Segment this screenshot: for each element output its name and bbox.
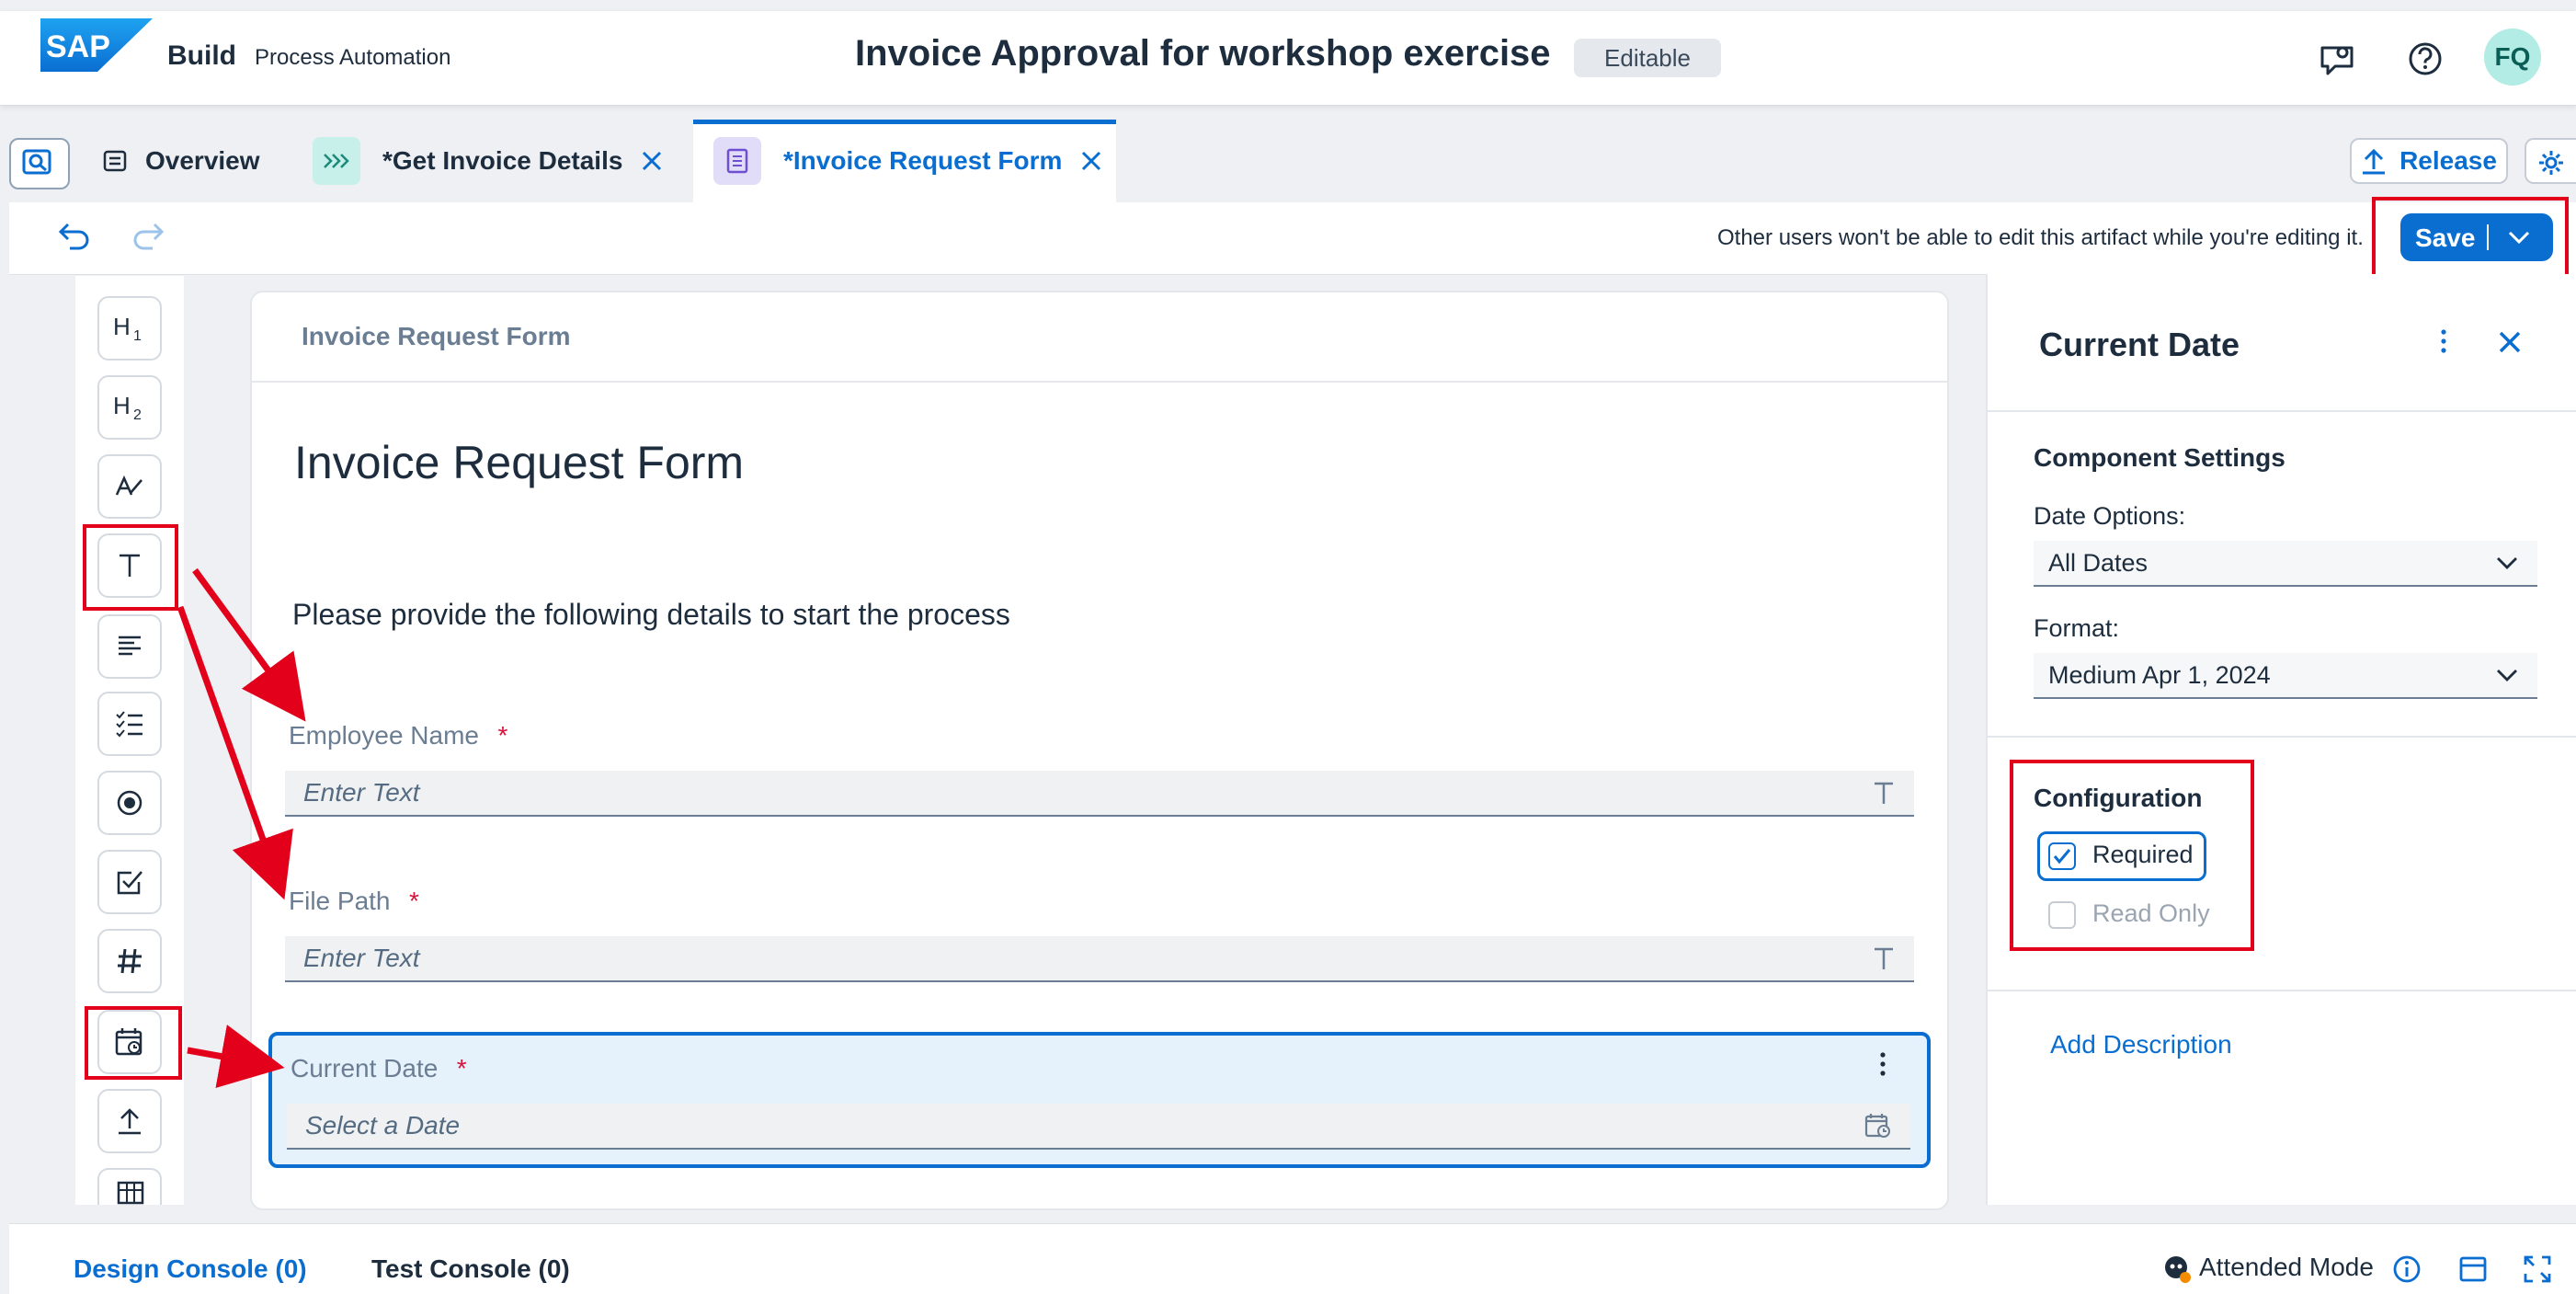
divider bbox=[1988, 990, 2576, 991]
chevron-down-icon bbox=[2497, 557, 2517, 569]
tab-test-console[interactable]: Test Console (0) bbox=[371, 1254, 570, 1284]
format-label: Format: bbox=[2034, 614, 2120, 642]
divider bbox=[1988, 736, 2576, 738]
format-select[interactable]: Medium Apr 1, 2024 bbox=[2034, 653, 2537, 699]
chevron-down-icon bbox=[2497, 670, 2517, 681]
properties-panel bbox=[1986, 274, 2576, 1205]
format-value: Medium Apr 1, 2024 bbox=[2048, 660, 2271, 689]
info-icon[interactable] bbox=[2392, 1254, 2422, 1284]
close-icon[interactable] bbox=[2497, 329, 2523, 355]
panel-title: Current Date bbox=[2039, 326, 2240, 363]
tab-design-console[interactable]: Design Console (0) bbox=[74, 1254, 307, 1284]
attended-mode-icon bbox=[2162, 1254, 2192, 1284]
annotation-box-configuration bbox=[2010, 760, 2254, 951]
more-options-icon[interactable] bbox=[2436, 327, 2451, 355]
arrow-to-file-path bbox=[177, 605, 293, 900]
date-options-value: All Dates bbox=[2048, 548, 2149, 577]
component-settings-heading: Component Settings bbox=[2034, 443, 2285, 472]
date-options-select[interactable]: All Dates bbox=[2034, 541, 2537, 587]
divider bbox=[1988, 410, 2576, 412]
attended-mode-label: Attended Mode bbox=[2199, 1253, 2374, 1281]
fullscreen-icon[interactable] bbox=[2523, 1254, 2552, 1284]
panel-toggle-icon[interactable] bbox=[2458, 1254, 2488, 1284]
add-description-link[interactable]: Add Description bbox=[2050, 1030, 2232, 1059]
arrow-to-current-date bbox=[187, 1025, 285, 1089]
date-options-label: Date Options: bbox=[2034, 502, 2186, 530]
